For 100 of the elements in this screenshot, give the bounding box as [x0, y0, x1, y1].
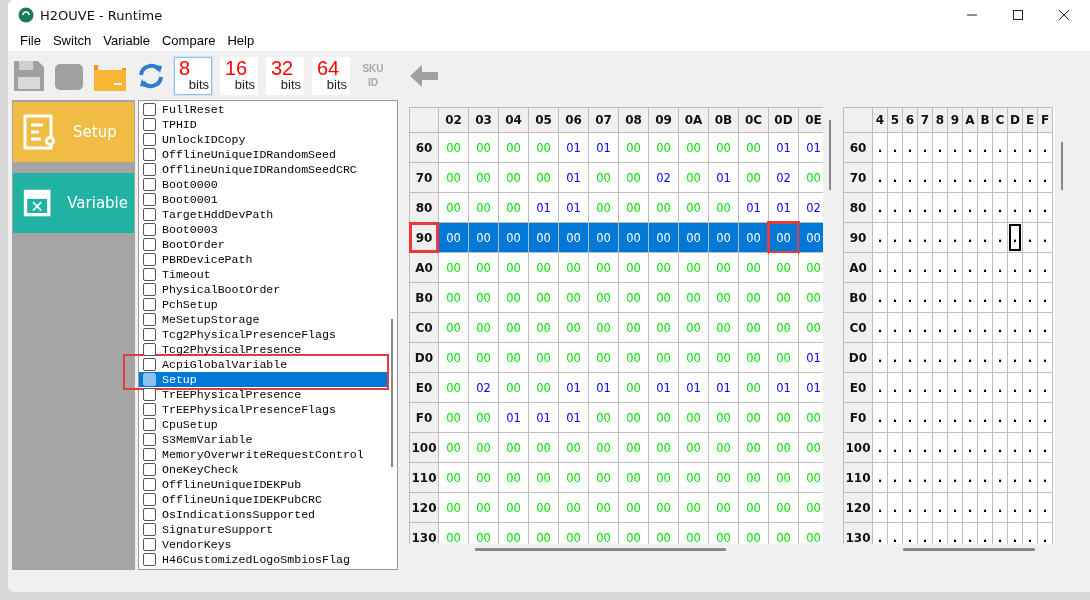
hex-cell[interactable]: 01	[529, 403, 558, 432]
checkbox[interactable]	[143, 343, 156, 356]
ascii-cell[interactable]: .	[918, 463, 932, 492]
variable-item[interactable]: PhysicalBootOrder	[139, 282, 387, 297]
ascii-cell[interactable]: .	[933, 523, 947, 544]
checkbox[interactable]	[143, 388, 156, 401]
hex-cell[interactable]: 01	[769, 373, 798, 402]
hex-cell[interactable]: 01	[559, 163, 588, 192]
hex-cell[interactable]: 00	[769, 223, 798, 252]
scrollbar-thumb[interactable]	[475, 548, 726, 551]
ascii-cell[interactable]: .	[873, 163, 887, 192]
ascii-cell[interactable]: .	[1038, 463, 1052, 492]
variable-item[interactable]: OfflineUniqueIDRandomSeed	[139, 147, 387, 162]
ascii-cell[interactable]: .	[1023, 223, 1037, 252]
checkbox[interactable]	[143, 508, 156, 521]
bits-button[interactable]: 16 bits	[220, 56, 258, 95]
ascii-cell[interactable]: .	[993, 223, 1007, 252]
ascii-cell[interactable]: .	[888, 193, 902, 222]
checkbox[interactable]	[143, 328, 156, 341]
ascii-cell[interactable]: .	[993, 343, 1007, 372]
ascii-cell[interactable]: .	[1023, 313, 1037, 342]
ascii-cell[interactable]: .	[993, 403, 1007, 432]
checkbox[interactable]	[143, 463, 156, 476]
ascii-cell[interactable]: .	[948, 523, 962, 544]
ascii-cell[interactable]: .	[918, 433, 932, 462]
variable-item[interactable]: BootOrder	[139, 237, 387, 252]
checkbox[interactable]	[143, 523, 156, 536]
ascii-cell[interactable]: .	[918, 493, 932, 522]
ascii-cell[interactable]: .	[948, 493, 962, 522]
ascii-cell[interactable]: .	[873, 523, 887, 544]
hex-cell[interactable]: 02	[649, 163, 678, 192]
checkbox[interactable]	[143, 193, 156, 206]
ascii-cell[interactable]: .	[1008, 343, 1022, 372]
ascii-cell[interactable]: .	[978, 283, 992, 312]
hex-cell[interactable]: 00	[439, 223, 468, 252]
checkbox[interactable]	[143, 268, 156, 281]
ascii-cell[interactable]: .	[903, 493, 917, 522]
ascii-cell[interactable]: .	[933, 283, 947, 312]
ascii-cell[interactable]: .	[978, 523, 992, 544]
ascii-cell[interactable]: .	[918, 373, 932, 402]
checkbox[interactable]	[143, 208, 156, 221]
checkbox[interactable]	[143, 103, 156, 116]
ascii-cell[interactable]: .	[978, 463, 992, 492]
ascii-cell[interactable]: .	[888, 253, 902, 282]
ascii-cell[interactable]: .	[948, 133, 962, 162]
ascii-cell[interactable]: .	[903, 343, 917, 372]
hex-cell[interactable]: 01	[589, 133, 618, 162]
ascii-cell[interactable]: .	[1008, 403, 1022, 432]
ascii-cell[interactable]: .	[933, 373, 947, 402]
ascii-cell[interactable]: .	[888, 403, 902, 432]
variable-item[interactable]: OneKeyCheck	[139, 462, 387, 477]
hex-cell[interactable]: 00	[709, 223, 738, 252]
ascii-cell[interactable]: .	[1023, 193, 1037, 222]
ascii-cell[interactable]: .	[1023, 253, 1037, 282]
variable-item[interactable]: TrEEPhysicalPresence	[139, 387, 387, 402]
ascii-cell[interactable]: .	[888, 133, 902, 162]
ascii-cell[interactable]: .	[1008, 373, 1022, 402]
menu-item[interactable]: Variable	[97, 33, 156, 48]
ascii-cell[interactable]: .	[918, 193, 932, 222]
ascii-cell[interactable]: .	[888, 283, 902, 312]
ascii-cell[interactable]: .	[873, 493, 887, 522]
ascii-cell[interactable]: .	[1023, 403, 1037, 432]
ascii-cell[interactable]: .	[873, 463, 887, 492]
hex-cell[interactable]: 01	[559, 133, 588, 162]
hex-cell[interactable]: 01	[679, 373, 708, 402]
ascii-cell[interactable]: .	[933, 463, 947, 492]
hex-cell[interactable]: 01	[769, 133, 798, 162]
ascii-cell[interactable]: .	[963, 133, 977, 162]
ascii-cell[interactable]: .	[933, 313, 947, 342]
bits-button[interactable]: 8 bits	[174, 56, 212, 95]
checkbox[interactable]	[143, 148, 156, 161]
bits-button[interactable]: 64 bits	[312, 56, 350, 95]
ascii-cell[interactable]: .	[933, 223, 947, 252]
ascii-cell[interactable]: .	[873, 253, 887, 282]
ascii-cell[interactable]: .	[948, 343, 962, 372]
ascii-cell[interactable]: .	[888, 523, 902, 544]
ascii-cell[interactable]: .	[978, 313, 992, 342]
ascii-cell[interactable]: .	[963, 313, 977, 342]
ascii-cell[interactable]: .	[948, 283, 962, 312]
menu-item[interactable]: Switch	[46, 33, 98, 48]
ascii-cell[interactable]: .	[1008, 493, 1022, 522]
ascii-cell[interactable]: .	[888, 343, 902, 372]
hex-cell[interactable]: 00	[739, 223, 768, 252]
ascii-cell[interactable]: .	[1038, 193, 1052, 222]
variable-item[interactable]: VendorKeys	[139, 537, 387, 552]
ascii-cell[interactable]: .	[873, 373, 887, 402]
checkbox[interactable]	[143, 358, 156, 371]
ascii-cell[interactable]: .	[1008, 433, 1022, 462]
ascii-cell[interactable]: .	[933, 493, 947, 522]
ascii-cell[interactable]: .	[903, 223, 917, 252]
ascii-cell[interactable]: .	[903, 463, 917, 492]
maximize-icon[interactable]	[1012, 9, 1024, 21]
checkbox[interactable]	[143, 313, 156, 326]
checkbox[interactable]	[143, 253, 156, 266]
variable-item[interactable]: SignatureSupport	[139, 522, 387, 537]
ascii-cell[interactable]: .	[978, 433, 992, 462]
ascii-cell[interactable]: .	[1023, 463, 1037, 492]
variable-item[interactable]: UnlockIDCopy	[139, 132, 387, 147]
hex-cell[interactable]: 01	[769, 193, 798, 222]
ascii-cell[interactable]: .	[963, 373, 977, 402]
